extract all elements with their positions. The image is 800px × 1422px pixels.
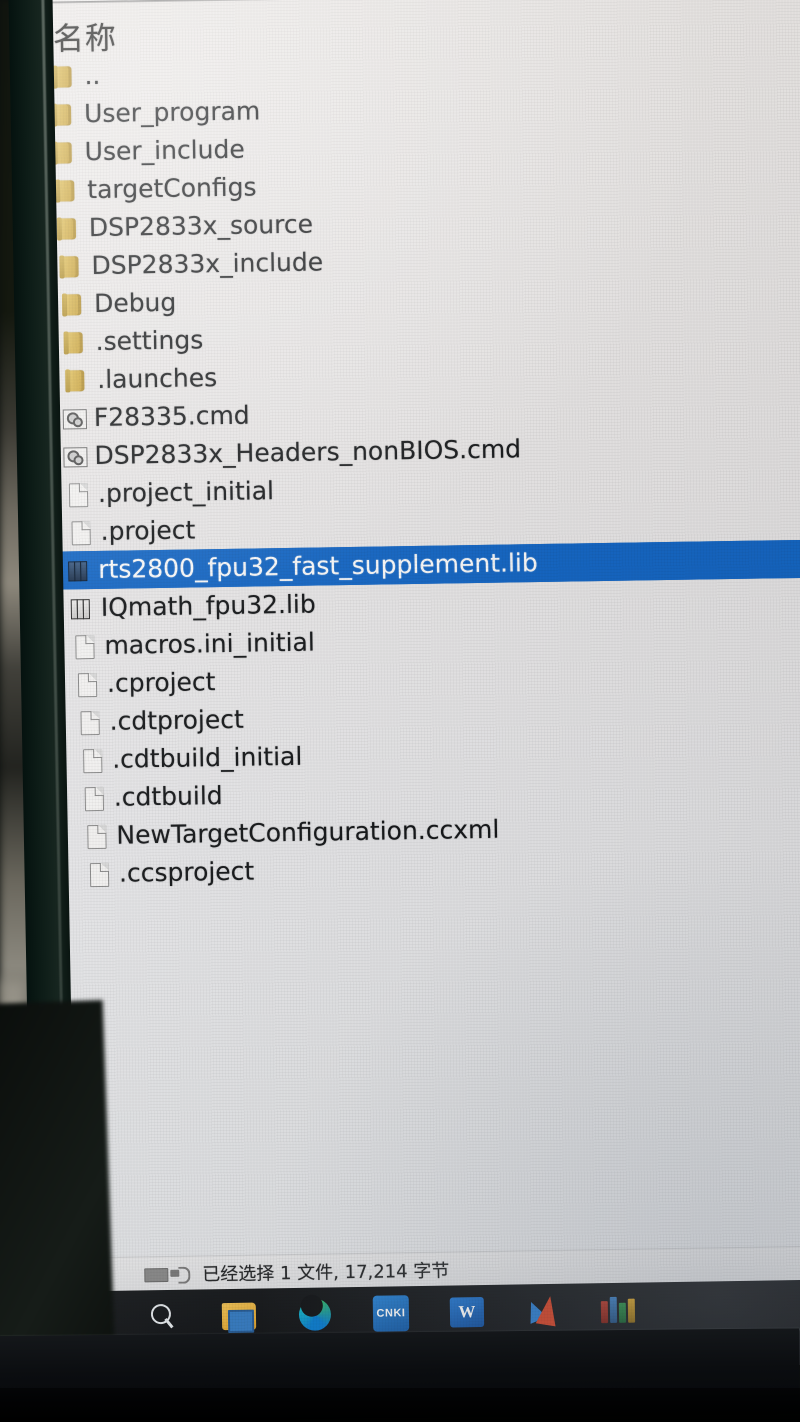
file-name-label: F28335.cmd (93, 400, 250, 433)
file-name-label: User_include (84, 134, 245, 167)
document-icon (67, 517, 93, 547)
file-name-label: .project (100, 515, 196, 546)
edge-icon (298, 1298, 332, 1331)
file-name-label: DSP2833x_Headers_nonBIOS.cmd (94, 434, 522, 471)
file-name-label: Debug (93, 287, 177, 319)
column-header-name[interactable]: 名称 (52, 13, 118, 59)
monitor-screen: 名称 .. User_program User_include targetConfi… (28, 0, 800, 1377)
details-view-icon[interactable] (144, 1267, 169, 1283)
document-icon (83, 821, 109, 851)
winrar-icon (600, 1296, 637, 1324)
file-name-label: .settings (95, 325, 204, 356)
monitor-photograph: 名称 .. User_program User_include targetConfi… (0, 0, 800, 1422)
file-name-label: .ccsproject (118, 856, 255, 888)
gears-file-icon (61, 441, 87, 471)
file-list-view[interactable]: 名称 .. User_program User_include targetConfi… (28, 0, 800, 1244)
folder-icon (61, 289, 87, 319)
large-icons-view-icon[interactable] (170, 1267, 188, 1280)
folder-icon (62, 327, 88, 357)
library-icon (65, 555, 91, 585)
document-icon (81, 783, 107, 813)
document-icon (86, 859, 112, 889)
file-name-label: .cdtproject (109, 704, 244, 736)
document-icon (79, 745, 105, 775)
cnki-icon: CNKI (372, 1295, 410, 1332)
file-name-label: targetConfigs (87, 172, 257, 205)
file-name-label: NewTargetConfiguration.ccxml (116, 814, 500, 850)
document-icon (71, 631, 97, 661)
file-name-label: DSP2833x_source (88, 209, 314, 243)
file-name-label: rts2800_fpu32_fast_supplement.lib (98, 548, 538, 584)
photo-bottom-shadow (0, 1388, 800, 1422)
file-name-label: .project_initial (97, 476, 275, 508)
file-name-label: macros.ini_initial (104, 627, 316, 660)
folder-icon (51, 61, 77, 91)
folder-icon (54, 175, 80, 205)
library-icon (68, 593, 94, 623)
file-name-label: .cproject (106, 667, 216, 698)
folder-icon (58, 251, 84, 281)
folder-icon (222, 1302, 256, 1330)
file-name-label: .cdtbuild_initial (111, 741, 303, 774)
search-icon (149, 1303, 177, 1331)
file-name-label: User_program (83, 96, 261, 129)
file-name-label: .. (84, 60, 101, 91)
document-icon (65, 479, 91, 509)
file-rows-container: .. User_program User_include targetConfigs D… (29, 46, 800, 894)
matlab-icon (522, 1294, 561, 1328)
folder-icon (56, 213, 82, 243)
file-name-label: IQmath_fpu32.lib (100, 589, 316, 622)
file-name-label: .launches (97, 363, 218, 394)
word-icon: W (449, 1297, 485, 1328)
file-name-label: DSP2833x_include (91, 247, 324, 281)
status-bar-text: 已经选择 1 文件, 17,214 字节 (202, 1260, 450, 1286)
folder-icon (64, 365, 90, 395)
gears-file-icon (61, 403, 87, 433)
document-icon (74, 669, 100, 699)
file-name-label: .cdtbuild (113, 781, 223, 812)
document-icon (76, 707, 102, 737)
